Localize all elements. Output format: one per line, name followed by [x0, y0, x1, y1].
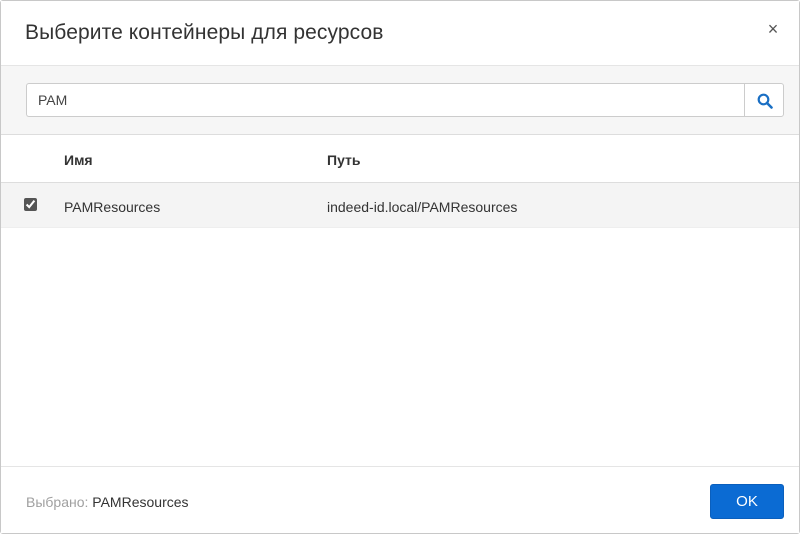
- column-header-path[interactable]: Путь: [327, 152, 360, 168]
- search-input[interactable]: [26, 83, 745, 117]
- selected-value: PAMResources: [92, 494, 189, 510]
- dialog-header: Выберите контейнеры для ресурсов ×: [1, 1, 799, 66]
- row-checkbox[interactable]: [24, 198, 37, 211]
- ok-button[interactable]: OK: [710, 484, 784, 519]
- search-button[interactable]: [744, 83, 784, 117]
- table-header: Имя Путь: [1, 135, 799, 183]
- selected-summary: Выбрано: PAMResources: [26, 494, 189, 510]
- close-button[interactable]: ×: [765, 20, 781, 38]
- close-icon: ×: [767, 19, 779, 39]
- search-bar: [1, 66, 799, 135]
- dialog-footer: Выбрано: PAMResources OK: [1, 466, 799, 533]
- select-containers-dialog: Выберите контейнеры для ресурсов × Имя П…: [0, 0, 800, 534]
- row-name: PAMResources: [64, 199, 161, 215]
- row-path: indeed-id.local/PAMResources: [327, 199, 518, 215]
- dialog-title: Выберите контейнеры для ресурсов: [25, 21, 384, 44]
- column-header-name[interactable]: Имя: [64, 152, 93, 168]
- search-icon: [757, 93, 773, 109]
- table-row[interactable]: PAMResources indeed-id.local/PAMResource…: [1, 183, 799, 228]
- selected-label: Выбрано:: [26, 494, 89, 510]
